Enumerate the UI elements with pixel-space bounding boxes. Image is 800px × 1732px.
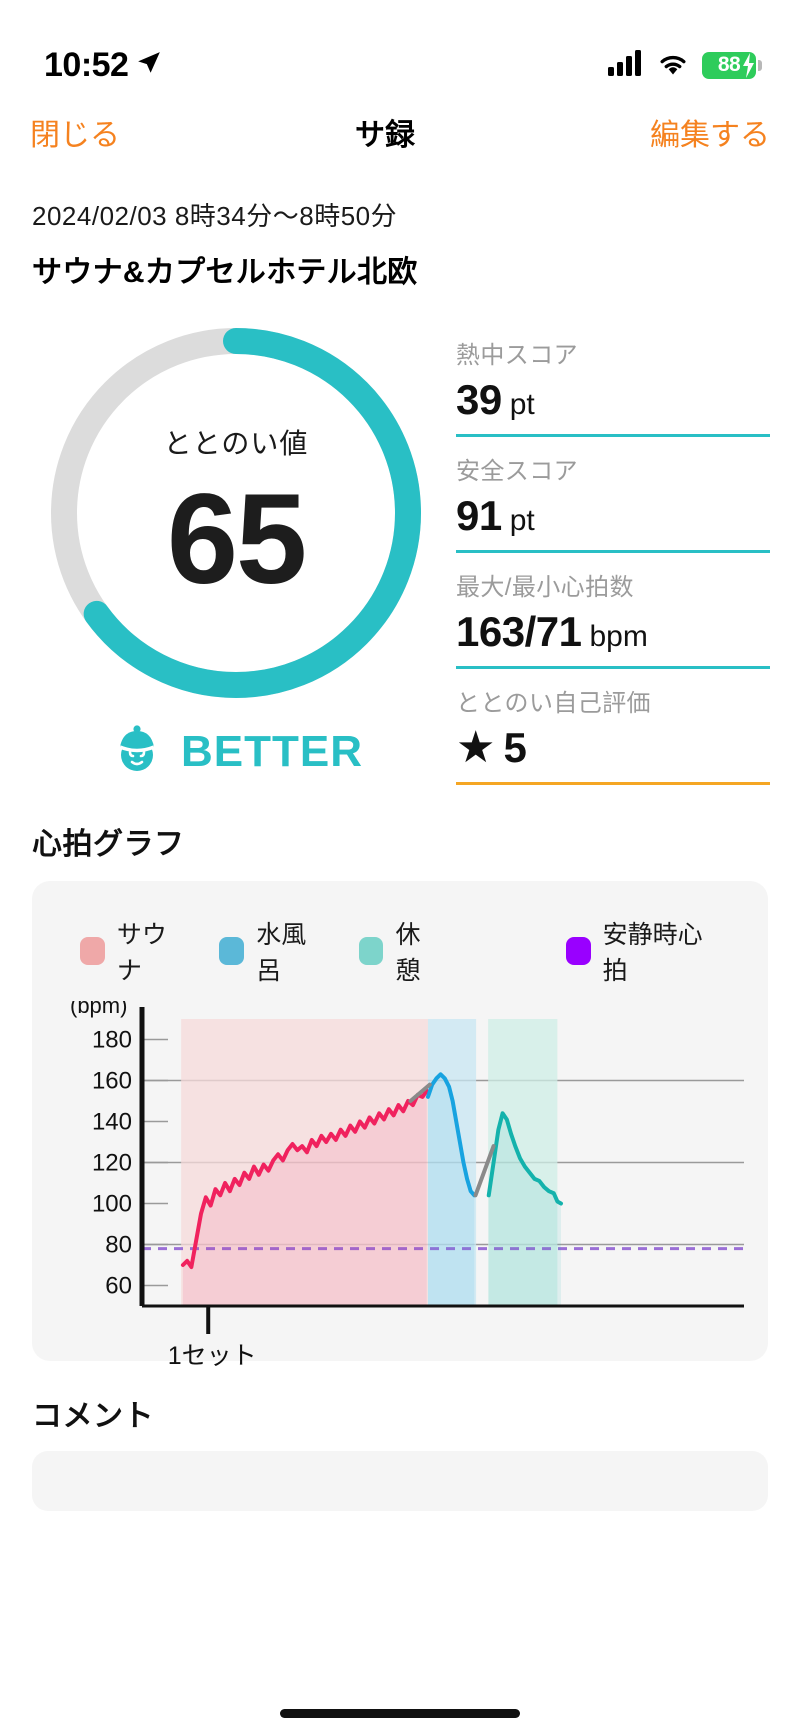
legend-item-sauna: サウナ <box>80 915 183 987</box>
legend-swatch-sauna <box>80 937 105 965</box>
summary-section: ととのい値 65 BETTER 熱中スコア 39 pt 安全スコア 91 pt … <box>0 291 800 785</box>
legend-swatch-rest <box>358 937 384 965</box>
legend-label: 安静時心拍 <box>602 921 703 985</box>
svg-text:80: 80 <box>105 1232 132 1259</box>
battery-percent-label: 88 <box>717 53 741 76</box>
chart-plot-area: (bpm) 180 160 140 120 100 80 60 1セット <box>50 993 750 1376</box>
verdict-row: BETTER <box>109 721 363 782</box>
legend-label: 水風呂 <box>256 921 307 985</box>
stat-value: 39 <box>456 376 502 423</box>
status-time: 10:52 <box>44 45 129 84</box>
location-arrow-icon <box>136 50 162 81</box>
gauge-label: ととのい値 <box>163 428 309 459</box>
legend-swatch-resting-hr <box>565 937 591 965</box>
status-bar-right: 88 <box>608 49 762 81</box>
gauge-center: ととのい値 65 <box>36 313 436 713</box>
sauna-hat-face-icon <box>109 721 165 782</box>
stat-unit: pt <box>509 388 535 421</box>
record-header: 2024/02/03 8時34分〜8時50分 サウナ&カプセルホテル北欧 <box>0 168 800 291</box>
legend-item-rest: 休憩 <box>358 915 440 987</box>
stat-max-min-heart-rate: 最大/最小心拍数 163/71 bpm <box>456 553 770 669</box>
stat-value: 163/71 <box>456 608 582 655</box>
stats-column: 熱中スコア 39 pt 安全スコア 91 pt 最大/最小心拍数 163/71 … <box>456 313 770 785</box>
status-bar: 10:52 88 <box>0 0 800 96</box>
gauge-value: 65 <box>166 468 307 611</box>
legend-item-resting-hr: 安静時心拍 <box>565 915 714 987</box>
legend-item-coldbath: 水風呂 <box>219 915 322 987</box>
totonoi-gauge: ととのい値 65 <box>36 313 436 713</box>
chart-legend: サウナ 水風呂 休憩 安静時心拍 <box>50 907 750 987</box>
svg-text:60: 60 <box>105 1273 132 1300</box>
stat-unit: pt <box>509 504 535 537</box>
close-button[interactable]: 閉じる <box>30 110 120 154</box>
status-bar-left: 10:52 <box>44 46 162 85</box>
comment-box[interactable] <box>32 1451 768 1511</box>
stat-unit: bpm <box>589 620 648 653</box>
svg-text:100: 100 <box>92 1191 132 1218</box>
svg-text:120: 120 <box>92 1150 132 1177</box>
battery-indicator: 88 <box>702 51 762 79</box>
gauge-column: ととのい値 65 BETTER <box>26 313 446 785</box>
svg-text:1セット: 1セット <box>168 1342 257 1370</box>
stat-label: 安全スコア <box>456 458 578 485</box>
svg-text:180: 180 <box>92 1027 132 1054</box>
legend-swatch-coldbath <box>219 937 245 965</box>
star-icon: ★ <box>456 723 496 772</box>
svg-text:140: 140 <box>92 1109 132 1136</box>
stat-label: 最大/最小心拍数 <box>456 574 634 601</box>
wifi-icon <box>656 50 690 81</box>
stat-value-row: 39 pt <box>456 376 770 434</box>
heart-rate-plot: (bpm) 180 160 140 120 100 80 60 1セット <box>70 993 744 1370</box>
stat-label: 熱中スコア <box>456 342 578 369</box>
stat-label: ととのい自己評価 <box>456 690 651 717</box>
battery-cap <box>758 59 762 71</box>
stat-underline <box>456 782 770 785</box>
stat-heat-score: 熱中スコア 39 pt <box>456 321 770 437</box>
verdict-label: BETTER <box>181 726 363 776</box>
edit-button[interactable]: 編集する <box>650 110 770 154</box>
stat-value-row: 163/71 bpm <box>456 608 770 666</box>
home-indicator <box>280 1709 520 1718</box>
heart-rate-chart-card: サウナ 水風呂 休憩 安静時心拍 (bpm) 180 160 140 120 100 80 6… <box>32 881 768 1370</box>
stat-self-rating: ととのい自己評価 ★ 5 <box>456 669 770 785</box>
page-title: サ録 <box>355 119 415 152</box>
record-date-range: 2024/02/03 8時34分〜8時50分 <box>32 201 398 231</box>
stat-value-row: ★ 5 <box>456 724 770 782</box>
record-venue-name: サウナ&カプセルホテル北欧 <box>32 256 418 289</box>
svg-text:(bpm): (bpm) <box>70 1001 127 1018</box>
stat-value: 5 <box>503 724 527 771</box>
navigation-bar: 閉じる サ録 編集する <box>0 96 800 168</box>
stat-value-row: 91 pt <box>456 492 770 550</box>
legend-label: サウナ <box>116 921 167 985</box>
stat-value: 91 <box>456 492 502 539</box>
cellular-bars-icon <box>608 49 644 81</box>
svg-text:160: 160 <box>92 1068 132 1095</box>
chart-section-title: 心拍グラフ <box>32 828 185 861</box>
stat-safety-score: 安全スコア 91 pt <box>456 437 770 553</box>
legend-label: 休憩 <box>395 921 421 985</box>
bolt-icon <box>741 52 755 83</box>
